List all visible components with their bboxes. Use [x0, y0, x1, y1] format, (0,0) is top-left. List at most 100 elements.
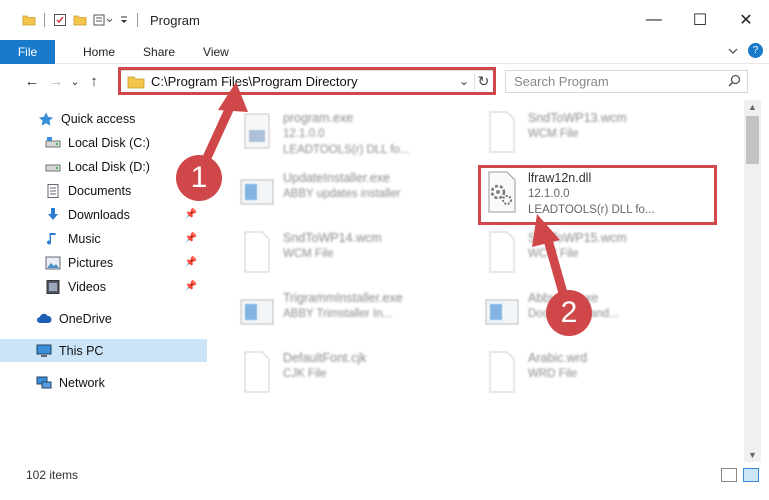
vertical-scrollbar[interactable]: ▲ ▼ [744, 100, 761, 462]
sidebar-item-downloads[interactable]: Downloads 📌 [0, 203, 207, 226]
callout-badge-1: 1 [176, 155, 222, 201]
file-name: SndToWP15.wcm [528, 231, 627, 245]
sidebar-item-label: Local Disk (C:) [68, 135, 150, 150]
tab-home[interactable]: Home [69, 45, 129, 59]
sidebar-item-label: Quick access [61, 111, 136, 126]
window-app-icon [485, 299, 519, 325]
properties-icon[interactable] [53, 13, 67, 27]
file-name: program.exe [283, 111, 354, 125]
recent-locations-button[interactable]: ⌄ [68, 69, 82, 93]
sidebar-item-network[interactable]: Network [0, 371, 207, 394]
scroll-up-icon[interactable]: ▲ [748, 102, 757, 112]
file-detail: ABBY updates installer [283, 188, 401, 200]
close-button[interactable]: ✕ [723, 0, 769, 40]
file-detail: WRD File [528, 368, 578, 380]
file-item[interactable]: SndToWP13.wcm WCM File [466, 104, 706, 162]
callout-badge-2: 2 [546, 290, 592, 336]
sidebar-item-pictures[interactable]: Pictures 📌 [0, 251, 207, 274]
minimize-button[interactable]: — [631, 0, 677, 40]
window-controls: — ☐ ✕ [631, 0, 769, 40]
blank-file-icon [489, 231, 515, 273]
file-highlight-box [478, 165, 717, 225]
toolbar-separator [44, 13, 45, 27]
sidebar-item-label: Pictures [68, 255, 114, 270]
customize-toolbar-icon[interactable] [119, 13, 129, 27]
file-name: TrigrammInstaller.exe [283, 291, 403, 305]
sidebar-item-label: Documents [68, 183, 132, 198]
layout-icon[interactable] [93, 13, 113, 27]
network-icon [36, 376, 52, 388]
status-bar: 102 items [0, 462, 769, 488]
file-detail: CJK File [283, 368, 327, 380]
tab-file[interactable]: File [0, 39, 55, 64]
file-item[interactable]: SndToWP15.wcm WCM File [466, 224, 706, 282]
file-detail: LEADTOOLS(r) DLL fo... [283, 144, 410, 156]
file-name: DefaultFont.cjk [283, 351, 367, 365]
file-item[interactable]: Arabic.wrd WRD File [466, 344, 706, 402]
sidebar-item-this-pc[interactable]: This PC [0, 339, 207, 362]
tab-view[interactable]: View [189, 45, 243, 59]
ribbon-right-controls: ? [728, 43, 763, 58]
pin-icon[interactable]: 📌 [185, 257, 197, 268]
videos-icon [46, 279, 60, 294]
back-button[interactable]: ← [20, 69, 44, 93]
address-highlight-box [118, 67, 496, 95]
file-item[interactable]: UpdateInstaller.exe ABBY updates install… [221, 164, 461, 222]
pictures-icon [45, 256, 61, 269]
sidebar-item-label: OneDrive [59, 311, 112, 326]
search-icon[interactable] [728, 74, 741, 87]
exe-icon [244, 113, 270, 149]
quick-access-toolbar [22, 13, 140, 27]
file-name: UpdateInstaller.exe [283, 171, 391, 185]
pin-icon[interactable]: 📌 [185, 281, 197, 292]
drive-icon [45, 164, 61, 171]
file-item[interactable]: TrigrammInstaller.exe ABBY Trimstaller I… [221, 284, 461, 342]
sidebar-item-quick-access[interactable]: Quick access [0, 107, 207, 130]
scroll-thumb[interactable] [746, 116, 759, 164]
sidebar-item-label: This PC [59, 343, 104, 358]
up-button[interactable]: ↑ [82, 69, 106, 93]
sidebar-item-label: Local Disk (D:) [68, 159, 150, 174]
scroll-down-icon[interactable]: ▼ [748, 450, 757, 460]
file-item[interactable]: DefaultFont.cjk CJK File [221, 344, 461, 402]
forward-button[interactable]: → [44, 69, 68, 93]
sidebar-item-music[interactable]: Music 📌 [0, 227, 207, 250]
file-name: SndToWP14.wcm [283, 231, 382, 245]
blank-file-icon [244, 351, 270, 393]
view-toggle [721, 468, 759, 482]
chevron-down-icon[interactable] [728, 46, 738, 56]
documents-icon [47, 183, 59, 198]
new-folder-icon[interactable] [73, 13, 87, 27]
file-name: Arabic.wrd [528, 351, 588, 365]
tiles-view-icon[interactable] [743, 468, 759, 482]
star-icon [39, 112, 53, 126]
navigation-pane: Quick access Local Disk (C:) Local Disk … [0, 100, 207, 462]
sidebar-item-local-disk-c[interactable]: Local Disk (C:) [0, 131, 207, 154]
file-name: SndToWP13.wcm [528, 111, 627, 125]
title-bar: Program — ☐ ✕ [0, 0, 769, 40]
help-icon[interactable]: ? [748, 43, 763, 58]
sidebar-item-label: Videos [68, 279, 106, 294]
navigation-bar: ← → ⌄ ↑ C:\Program Files\Program Directo… [0, 64, 769, 98]
file-item[interactable]: program.exe 12.1.0.0 LEADTOOLS(r) DLL fo… [221, 104, 461, 162]
tab-share[interactable]: Share [129, 45, 189, 59]
details-view-icon[interactable] [721, 468, 737, 482]
folder-icon[interactable] [22, 13, 36, 27]
computer-icon [36, 344, 52, 357]
file-item[interactable]: SndToWP14.wcm WCM File [221, 224, 461, 282]
file-detail: WCM File [283, 248, 334, 260]
search-box[interactable]: Search Program [505, 70, 748, 93]
drive-icon [45, 136, 61, 147]
search-input[interactable]: Search Program [514, 74, 609, 89]
blank-file-icon [489, 351, 515, 393]
file-detail: WCM File [528, 248, 579, 260]
cloud-icon [37, 313, 52, 323]
pin-icon[interactable]: 📌 [185, 209, 197, 220]
maximize-button[interactable]: ☐ [677, 0, 723, 40]
sidebar-item-onedrive[interactable]: OneDrive [0, 307, 207, 330]
blank-file-icon [489, 111, 515, 153]
window-title: Program [150, 12, 200, 28]
pin-icon[interactable]: 📌 [185, 233, 197, 244]
blank-file-icon [244, 231, 270, 273]
sidebar-item-videos[interactable]: Videos 📌 [0, 275, 207, 298]
